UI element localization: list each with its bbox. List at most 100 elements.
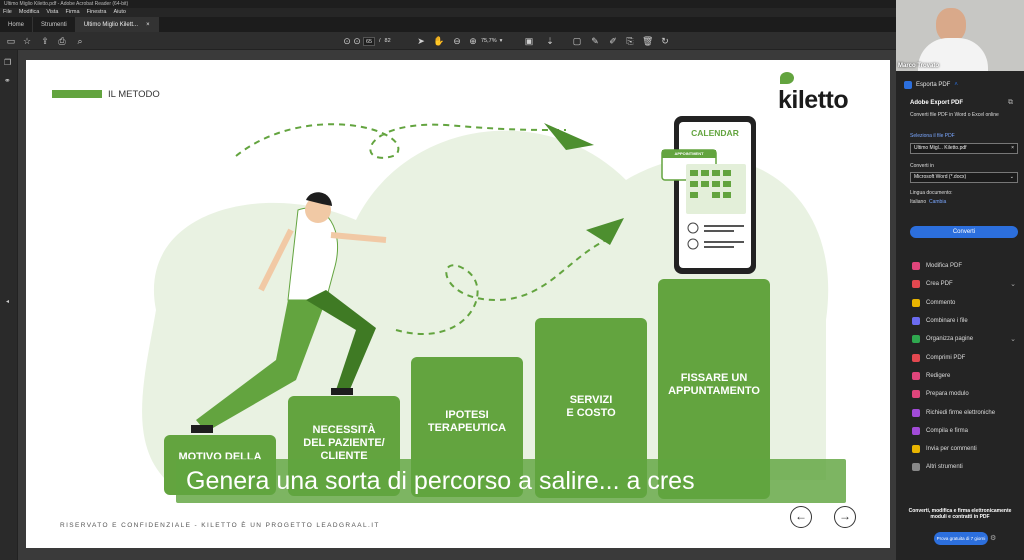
- menu-finestra[interactable]: Finestra: [87, 8, 107, 17]
- tool-label: Richiedi firme elettroniche: [926, 409, 996, 416]
- save-icon[interactable]: ▭: [6, 36, 16, 46]
- panel-settings-icon[interactable]: ⚙: [990, 534, 996, 542]
- tool-label: Combinare i file: [926, 318, 968, 325]
- tab-document-label: Ultimo Miglio Kilett...: [83, 21, 139, 28]
- tool-label: Redigere: [926, 372, 951, 379]
- menu-firma[interactable]: Firma: [66, 8, 80, 17]
- export-pdf-header[interactable]: Esporta PDF ˄: [904, 78, 1020, 92]
- export-panel: Adobe Export PDF ⧉ Converti file PDF in …: [904, 94, 1020, 244]
- highlight-icon[interactable]: ✎: [590, 36, 600, 46]
- tool-modifica-pdf[interactable]: Modifica PDF: [904, 257, 1020, 275]
- export-title: Adobe Export PDF: [910, 100, 964, 106]
- next-arrow-icon[interactable]: →: [834, 506, 856, 528]
- delete-icon[interactable]: 🗑: [642, 36, 653, 46]
- page-up-icon[interactable]: ⊙: [342, 36, 352, 46]
- search-icon[interactable]: ⌕: [75, 36, 85, 46]
- tool-organizza[interactable]: Organizza pagine ⌄: [904, 330, 1020, 348]
- tool-label: Organizza pagine: [926, 336, 974, 343]
- tool-label: Commento: [926, 299, 956, 306]
- send-comments-icon: [912, 445, 920, 454]
- edit-pdf-icon: [912, 262, 920, 271]
- more-tools-icon: [912, 463, 920, 472]
- menu-file[interactable]: File: [3, 8, 12, 17]
- draw-icon[interactable]: ✐: [608, 36, 618, 46]
- tool-redigere[interactable]: Redigere: [904, 367, 1020, 385]
- page-navigator: 65 / 82: [363, 35, 423, 47]
- chevron-down-icon: ⌄: [1010, 336, 1016, 344]
- toolbar: ▭ ☆ ⇪ ⎙ ⌕ ⊙ ⊙ ➤ ✋ ⊖ ⊕ ▣ ⇣ ▢ ✎ ✐ ⎘ 🗑 ↻: [0, 32, 896, 50]
- star-icon[interactable]: ☆: [22, 36, 32, 46]
- menu-bar: File Modifica Vista Firma Finestra Aiuto: [0, 8, 896, 17]
- logo-leaf-icon: [780, 72, 794, 84]
- menu-modifica[interactable]: Modifica: [19, 8, 39, 17]
- tool-label: Modifica PDF: [926, 263, 963, 270]
- scroll-mode-icon[interactable]: ⇣: [545, 36, 555, 46]
- menu-aiuto[interactable]: Aiuto: [113, 8, 126, 17]
- video-subtitle: Genera una sorta di percorso a salire...…: [176, 459, 846, 503]
- tool-commento[interactable]: Commento: [904, 294, 1020, 312]
- zoom-in-icon[interactable]: ⊕: [468, 36, 478, 46]
- presenter-face: [936, 8, 966, 42]
- convert-to-label: Converti in: [910, 163, 934, 169]
- tab-strumenti-label: Strumenti: [41, 21, 67, 28]
- tool-combinare[interactable]: Combinare i file: [904, 312, 1020, 330]
- convert-button[interactable]: Converti: [910, 226, 1018, 238]
- tab-strumenti[interactable]: Strumenti: [33, 17, 76, 32]
- print-icon[interactable]: ⎙: [57, 36, 67, 46]
- export-pdf-icon: [904, 81, 912, 89]
- webcam-feed: Marco Trovato: [896, 0, 1024, 71]
- calendar-title: CALENDAR: [691, 128, 739, 138]
- page-separator: /: [379, 38, 381, 44]
- prev-arrow-icon[interactable]: ←: [790, 506, 812, 528]
- tool-compila-firma[interactable]: Compila e firma: [904, 422, 1020, 440]
- select-file-label: Seleziona il file PDF: [910, 133, 955, 139]
- format-select[interactable]: Microsoft Word (*.docx) ⌄: [910, 172, 1018, 183]
- slide-footer: RISERVATO E CONFIDENZIALE - KILETTO È UN…: [60, 522, 380, 529]
- upload-icon[interactable]: ⇪: [40, 36, 50, 46]
- tool-label: Invia per commenti: [926, 446, 977, 453]
- chevron-up-icon: ˄: [954, 82, 958, 88]
- chevron-down-icon: ▾: [499, 38, 503, 44]
- tab-document[interactable]: Ultimo Miglio Kilett... ×: [75, 17, 159, 32]
- tool-invia-commenti[interactable]: Invia per commenti: [904, 440, 1020, 458]
- zoom-out-icon[interactable]: ⊖: [452, 36, 462, 46]
- tool-crea-pdf[interactable]: Crea PDF ⌄: [904, 275, 1020, 293]
- export-pdf-label: Esporta PDF: [916, 82, 951, 88]
- free-trial-button[interactable]: Prova gratuita di 7 giorni: [934, 532, 988, 545]
- expand-left-icon[interactable]: ◂: [6, 298, 9, 305]
- kiletto-logo: kiletto: [778, 86, 849, 114]
- tool-richiedi-firme[interactable]: Richiedi firme elettroniche: [904, 403, 1020, 421]
- tool-label: Crea PDF: [926, 281, 953, 288]
- promo-text: Converti, modifica e firma elettronicame…: [908, 508, 1012, 520]
- page-number-input[interactable]: 65: [363, 36, 375, 46]
- language-change-link[interactable]: Cambia: [929, 199, 946, 205]
- stamp-icon[interactable]: ⎘: [625, 36, 635, 46]
- menu-vista[interactable]: Vista: [46, 8, 58, 17]
- tab-home[interactable]: Home: [0, 17, 34, 32]
- promo-box: Converti, modifica e firma elettronicame…: [898, 504, 1022, 560]
- zoom-control[interactable]: 75,7% ▾: [481, 35, 517, 47]
- pages-icon[interactable]: ❐: [4, 58, 11, 67]
- create-pdf-icon: [912, 280, 920, 289]
- copy-icon[interactable]: ⧉: [1008, 99, 1013, 107]
- rotate-icon[interactable]: ↻: [660, 36, 670, 46]
- attachment-icon[interactable]: ⚭: [4, 76, 11, 85]
- fill-sign-icon: [912, 426, 920, 435]
- step-ipotesi-label: IPOTESI TERAPEUTICA: [427, 409, 507, 434]
- tool-comprimi[interactable]: Comprimi PDF: [904, 348, 1020, 366]
- tool-label: Prepara modulo: [926, 391, 969, 398]
- appointment-badge: APPOINTMENT: [674, 151, 704, 156]
- clear-file-icon[interactable]: ×: [1011, 144, 1014, 153]
- step-fissare-label: FISSARE UN APPUNTAMENTO: [668, 372, 760, 397]
- hand-icon[interactable]: ✋: [433, 36, 444, 46]
- comment-icon[interactable]: ▢: [572, 36, 582, 46]
- fit-page-icon[interactable]: ▣: [524, 36, 534, 46]
- tools-list: Modifica PDF Crea PDF ⌄ Commento Combinar…: [904, 257, 1020, 477]
- file-field[interactable]: Ultimo Migl... Kiletto.pdf ×: [910, 143, 1018, 154]
- zoom-value: 75,7%: [481, 38, 497, 44]
- tab-close-icon[interactable]: ×: [146, 22, 150, 28]
- tool-prepara-modulo[interactable]: Prepara modulo: [904, 385, 1020, 403]
- page-down-icon[interactable]: ⊙: [352, 36, 362, 46]
- tool-altri[interactable]: Altri strumenti: [904, 458, 1020, 476]
- tool-label: Comprimi PDF: [926, 354, 966, 361]
